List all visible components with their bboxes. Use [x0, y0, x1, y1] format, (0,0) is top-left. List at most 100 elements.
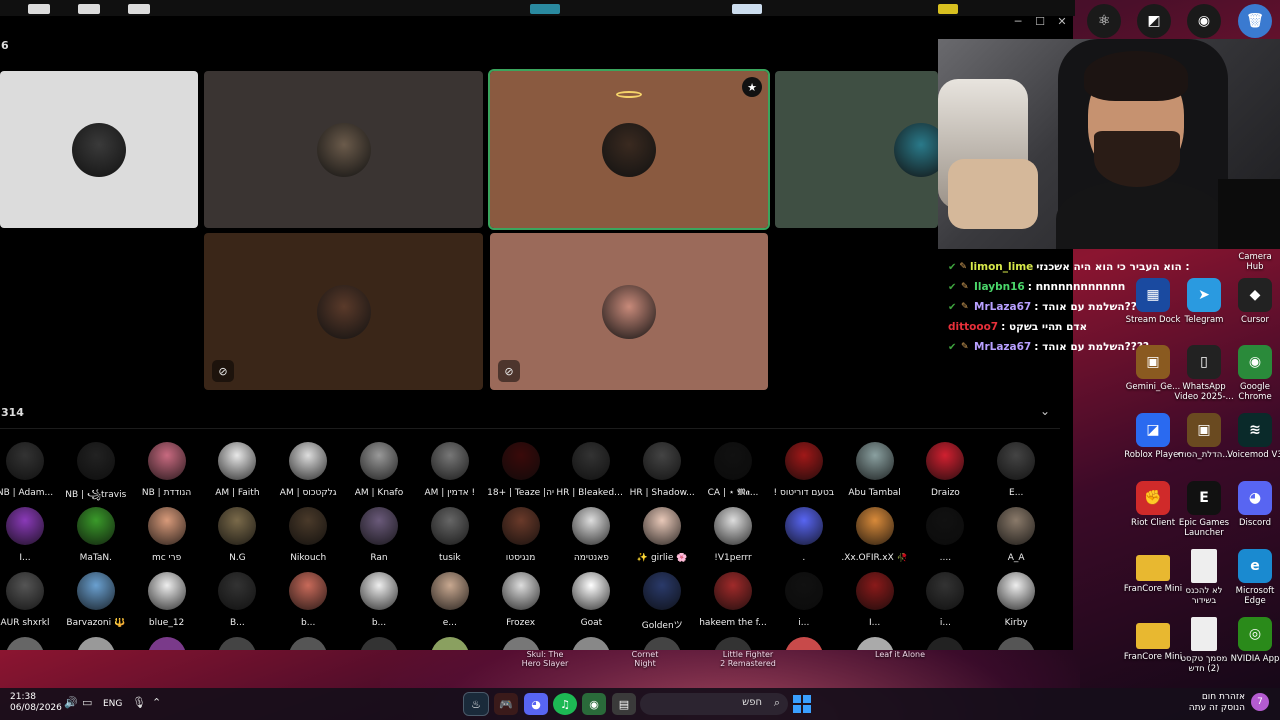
audience-member[interactable]	[132, 637, 202, 650]
audience-member[interactable]: HR | Shadow...	[627, 442, 697, 498]
audience-member[interactable]: ....	[910, 507, 980, 563]
steam-icon[interactable]: ♨	[463, 692, 489, 716]
start-button[interactable]	[793, 695, 811, 713]
stage-tile[interactable]	[204, 71, 483, 228]
audience-member[interactable]	[910, 637, 980, 650]
stage-tile[interactable]	[0, 71, 198, 228]
audience-member[interactable]	[202, 637, 272, 650]
weather-widget[interactable]: אזהרת חום הנוסק זה עתה	[1165, 692, 1245, 714]
audience-member[interactable]: AM | אדמין !	[415, 442, 485, 498]
desktop-icon[interactable]: ◉ Google Chrome	[1225, 345, 1280, 402]
audience-member[interactable]	[698, 637, 768, 650]
audience-member[interactable]: מנגיסטו	[486, 507, 556, 563]
audience-member[interactable]: b...	[344, 572, 414, 628]
audience-member[interactable]: Abu Tambal	[840, 442, 910, 498]
audience-member[interactable]: hakeem the f...	[698, 572, 768, 628]
desktop-icon[interactable]: ◆ Cursor	[1225, 278, 1280, 325]
search-box[interactable]: חפש ⌕	[640, 693, 788, 715]
audience-member[interactable]: i...	[769, 572, 839, 628]
audience-member[interactable]: AM | Faith	[202, 442, 272, 498]
audience-member[interactable]: NB | הנודדת	[132, 442, 202, 498]
stage-tile[interactable]: ⊘	[490, 233, 768, 390]
audience-member[interactable]: !V1perrr	[698, 507, 768, 563]
audience-member[interactable]: b...	[273, 572, 343, 628]
discord-icon[interactable]: ◕	[524, 693, 548, 715]
spotify-icon[interactable]: ♫	[553, 693, 577, 715]
audience-member[interactable]: Goat	[556, 572, 626, 628]
audience-member[interactable]	[627, 637, 697, 650]
audience-member[interactable]: MaTaN.	[61, 507, 131, 563]
audience-member[interactable]	[273, 637, 343, 650]
app-icon[interactable]	[732, 4, 762, 14]
chrome-icon[interactable]: ◉	[582, 693, 606, 715]
audience-member[interactable]: A_A	[981, 507, 1051, 563]
audience-member[interactable]: e...	[415, 572, 485, 628]
audience-member[interactable]: HR | BleakedA...	[556, 442, 626, 498]
clock[interactable]: 21:38 06/08/2026	[10, 692, 62, 714]
file-icon[interactable]	[28, 4, 50, 14]
file-icon[interactable]	[128, 4, 150, 14]
file-icon[interactable]	[78, 4, 100, 14]
stage-tile[interactable]: ⊘	[204, 233, 483, 390]
audience-member[interactable]: i...	[910, 572, 980, 628]
desktop-icon[interactable]: e Microsoft Edge	[1225, 549, 1280, 606]
desktop-icon[interactable]: ≋ Voicemod V3	[1225, 413, 1280, 460]
recycle-bin-icon[interactable]: 🗑	[1238, 4, 1272, 38]
audience-member[interactable]: .Xx.OFIR.xX 🥀	[840, 507, 910, 563]
audience-member[interactable]: AUR shxrkl	[0, 572, 60, 628]
audience-member[interactable]: .	[769, 507, 839, 563]
audience-member[interactable]: tusik	[415, 507, 485, 563]
app-icon[interactable]	[938, 4, 958, 14]
audience-member[interactable]: N.G	[202, 507, 272, 563]
audience-member[interactable]: Nikouch	[273, 507, 343, 563]
stage-tile[interactable]	[775, 71, 938, 228]
audience-member[interactable]: AM | Knafo	[344, 442, 414, 498]
chevron-up-icon[interactable]: ⌃	[152, 696, 161, 709]
audience-member[interactable]: ✨ girlie 🌸	[627, 507, 697, 563]
audience-member[interactable]: ! בטעם דוריטוס	[769, 442, 839, 498]
audience-member[interactable]: I...	[0, 507, 60, 563]
game-label[interactable]: Skul: The Hero Slayer	[520, 650, 570, 668]
desktop-icon[interactable]: ◎ NVIDIA App	[1225, 617, 1280, 664]
game-app-icon[interactable]: 🎮	[494, 693, 518, 715]
roblox-studio-icon[interactable]: ◩	[1137, 4, 1171, 38]
audience-member[interactable]: פאנטימה	[556, 507, 626, 563]
audience-member[interactable]	[769, 637, 839, 650]
audience-member[interactable]: NB | ꧁travis	[61, 442, 131, 506]
audience-member[interactable]: I...	[840, 572, 910, 628]
display-icon[interactable]: ▭	[82, 696, 92, 709]
audience-member[interactable]	[0, 637, 60, 650]
close-icon[interactable]: ✕	[1057, 16, 1067, 30]
maximize-icon[interactable]: ☐	[1035, 16, 1045, 30]
electron-icon[interactable]: ⚛	[1087, 4, 1121, 38]
audience-member[interactable]: E...	[981, 442, 1051, 498]
minimize-icon[interactable]: ─	[1013, 16, 1023, 30]
audience-member[interactable]: Barvazoni 🔱	[61, 572, 131, 628]
game-label[interactable]: Little Fighter 2 Remastered	[720, 650, 776, 668]
audience-member[interactable]: Kirby	[981, 572, 1051, 628]
audience-member[interactable]: 18+ | Teaze |יה	[486, 442, 556, 498]
audience-member[interactable]	[486, 637, 556, 650]
volume-icon[interactable]: 🔊	[64, 696, 78, 709]
audience-member[interactable]: AM | גלקטכוס	[273, 442, 343, 498]
audience-member[interactable]: Ran	[344, 507, 414, 563]
audience-member[interactable]	[556, 637, 626, 650]
audience-member[interactable]: NB | Adam...	[0, 442, 60, 498]
audience-member[interactable]: mc פרי	[132, 507, 202, 563]
audience-member[interactable]	[840, 637, 910, 650]
game-label[interactable]: Cornet Night	[620, 650, 670, 668]
app-icon[interactable]	[530, 4, 560, 14]
microphone-icon[interactable]: 🎙	[132, 696, 146, 709]
audience-member[interactable]	[981, 637, 1051, 650]
audience-member[interactable]: Draizo	[910, 442, 980, 498]
audience-member[interactable]: Frozex	[486, 572, 556, 628]
audience-member[interactable]: Goldenツ	[627, 572, 697, 631]
audience-member[interactable]	[344, 637, 414, 650]
audience-member[interactable]	[415, 637, 485, 650]
file-explorer-icon[interactable]: ▤	[612, 693, 636, 715]
game-label[interactable]: Leaf it Alone	[870, 650, 930, 659]
audience-member[interactable]: blue_12	[132, 572, 202, 628]
desktop-icon[interactable]: ◕ Discord	[1225, 481, 1280, 528]
stage-tile[interactable]: ★	[488, 69, 770, 230]
audience-member[interactable]: B...	[202, 572, 272, 628]
